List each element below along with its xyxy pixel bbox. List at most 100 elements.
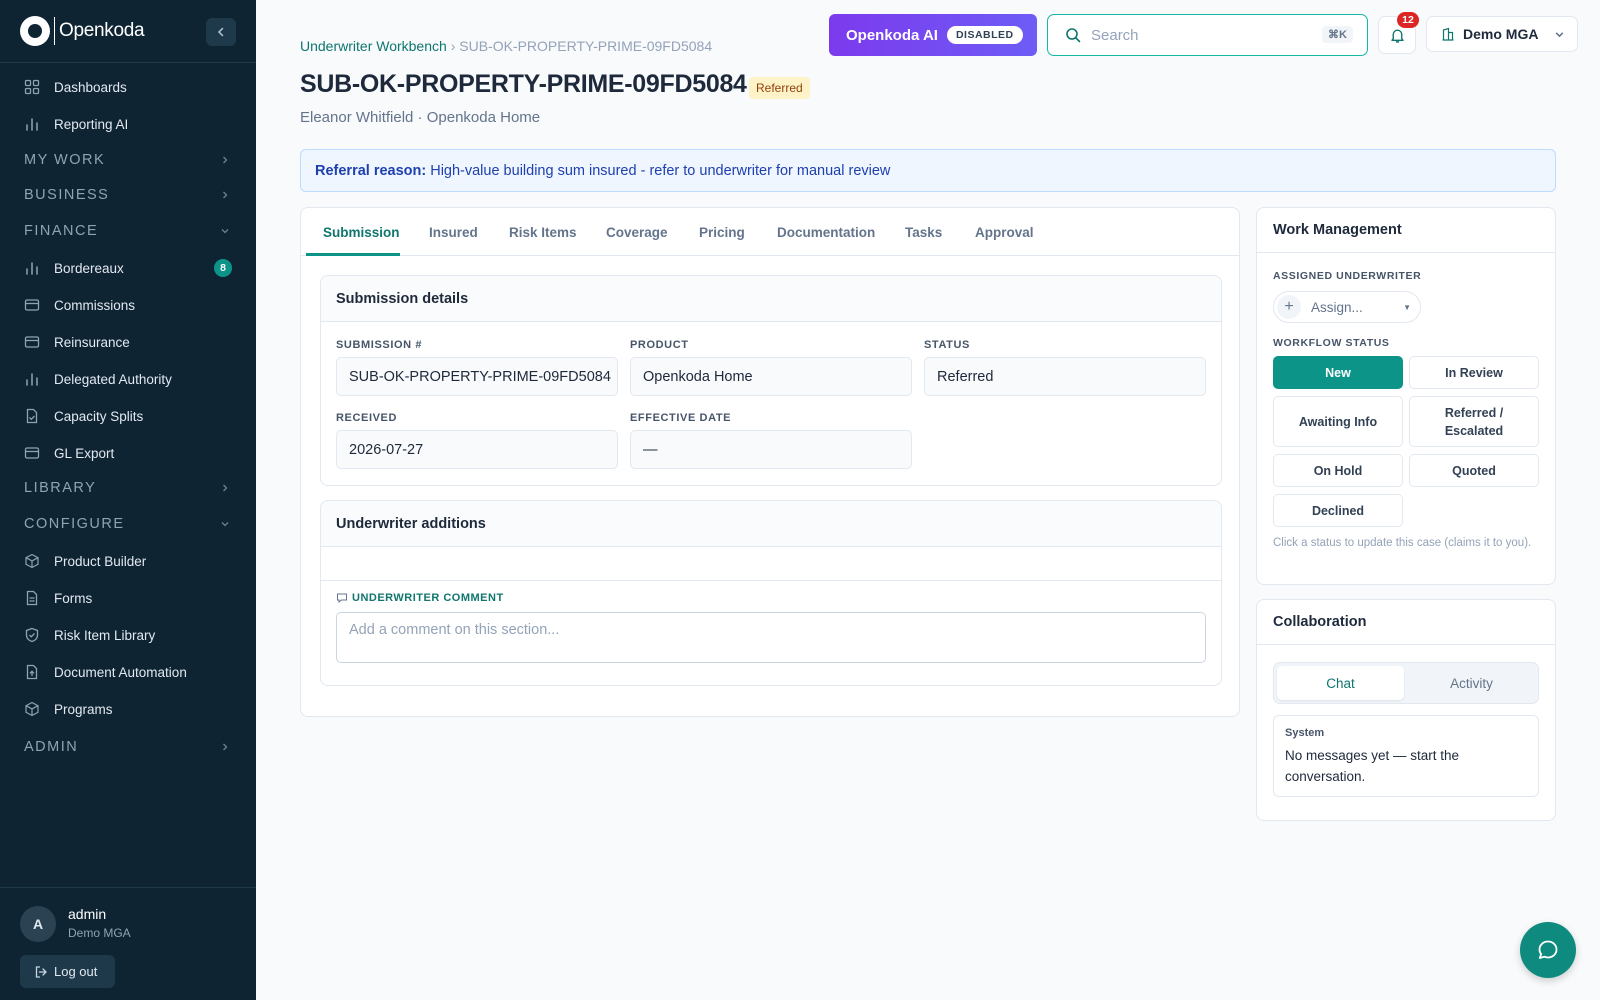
sidebar-item-label: Programs xyxy=(54,701,113,717)
panel-title: Work Management xyxy=(1257,208,1555,253)
card-icon xyxy=(24,299,40,311)
org-switcher[interactable]: Demo MGA xyxy=(1426,16,1578,52)
tab-chat[interactable]: Chat xyxy=(1277,666,1404,700)
collaboration-tabs: Chat Activity xyxy=(1273,662,1539,704)
chevron-right-icon xyxy=(223,484,228,492)
chevron-down-icon xyxy=(1555,32,1564,38)
sidebar-item-commissions[interactable]: Commissions xyxy=(0,289,256,321)
referral-banner: Referral reason: High-value building sum… xyxy=(300,149,1556,192)
tab-documentation[interactable]: Documentation xyxy=(777,225,875,240)
comment-textarea[interactable]: Add a comment on this section... xyxy=(336,612,1206,663)
breadcrumb-current: SUB-OK-PROPERTY-PRIME-09FD5084 xyxy=(459,38,713,54)
submission-number-field[interactable]: SUB-OK-PROPERTY-PRIME-09FD5084 xyxy=(336,357,618,396)
sidebar-item-reporting-ai[interactable]: Reporting AI xyxy=(0,108,256,140)
status-button-quoted[interactable]: Quoted xyxy=(1409,454,1539,487)
bar-chart-icon xyxy=(26,118,38,131)
sidebar-item-risk-item-library[interactable]: Risk Item Library xyxy=(0,619,256,651)
bar-chart-icon xyxy=(26,373,38,386)
tab-pricing[interactable]: Pricing xyxy=(699,225,745,240)
tab-coverage[interactable]: Coverage xyxy=(606,225,668,240)
sidebar-item-label: Commissions xyxy=(54,297,136,313)
sidebar-item-label: GL Export xyxy=(54,445,115,461)
tab-activity[interactable]: Activity xyxy=(1408,666,1535,700)
chat-launcher-button[interactable] xyxy=(1520,922,1576,978)
status-button-declined[interactable]: Declined xyxy=(1273,494,1403,527)
field-label: STATUS xyxy=(924,339,970,351)
sidebar-item-forms[interactable]: Forms xyxy=(0,582,256,614)
assign-underwriter-select[interactable]: + Assign... ▼ xyxy=(1273,291,1421,323)
sidebar-section-my-work[interactable]: MY WORK xyxy=(0,146,256,174)
chevron-right-icon xyxy=(223,191,228,199)
product-field[interactable]: Openkoda Home xyxy=(630,357,912,396)
section-label: FINANCE xyxy=(24,223,99,239)
workflow-label: WORKFLOW STATUS xyxy=(1273,337,1390,349)
status-button-new[interactable]: New xyxy=(1273,356,1403,389)
effective-date-field[interactable]: — xyxy=(630,430,912,469)
tab-risk-items[interactable]: Risk Items xyxy=(509,225,577,240)
brand: Openkoda xyxy=(0,0,256,63)
sidebar-item-capacity-splits[interactable]: Capacity Splits xyxy=(0,400,256,432)
sidebar-item-gl-export[interactable]: GL Export xyxy=(0,437,256,469)
sidebar-section-configure[interactable]: CONFIGURE xyxy=(0,510,256,538)
sidebar-item-dashboards[interactable]: Dashboards xyxy=(0,71,256,103)
chevron-down-icon xyxy=(221,522,229,527)
card-icon xyxy=(24,336,40,348)
openkoda-logo-icon[interactable] xyxy=(20,16,50,46)
referral-text: High-value building sum insured - refer … xyxy=(430,162,891,179)
section-label: BUSINESS xyxy=(24,187,110,203)
collapse-sidebar-button[interactable] xyxy=(206,18,236,46)
openkoda-ai-button[interactable]: Openkoda AI DISABLED xyxy=(829,14,1037,56)
search-input[interactable]: Search ⌘K xyxy=(1047,14,1368,56)
status-button-in-review[interactable]: In Review xyxy=(1409,356,1539,389)
sidebar-item-document-automation[interactable]: Document Automation xyxy=(0,656,256,688)
status-button-on-hold[interactable]: On Hold xyxy=(1273,454,1403,487)
bell-icon xyxy=(1390,29,1404,43)
bordereaux-count-badge: 8 xyxy=(214,259,232,277)
submission-details-section: Submission details SUBMISSION # SUB-OK-P… xyxy=(320,275,1222,486)
field-label: SUBMISSION # xyxy=(336,339,423,351)
field-label: PRODUCT xyxy=(630,339,689,351)
section-title: Underwriter additions xyxy=(321,501,1221,547)
logout-button[interactable]: Log out xyxy=(20,955,115,988)
breadcrumb-separator: › xyxy=(450,38,456,54)
sidebar-item-bordereaux[interactable]: Bordereaux 8 xyxy=(0,252,256,284)
sidebar-item-delegated-authority[interactable]: Delegated Authority xyxy=(0,363,256,395)
sidebar-item-reinsurance[interactable]: Reinsurance xyxy=(0,326,256,358)
sidebar-footer: A admin Demo MGA Log out xyxy=(0,887,256,1000)
sidebar-item-product-builder[interactable]: Product Builder xyxy=(0,545,256,577)
section-label: ADMIN xyxy=(24,739,79,755)
assigned-label: ASSIGNED UNDERWRITER xyxy=(1273,270,1422,282)
page-subtitle: Eleanor Whitfield · Openkoda Home xyxy=(300,109,541,126)
search-placeholder: Search xyxy=(1091,26,1139,44)
work-management-panel: Work Management ASSIGNED UNDERWRITER + A… xyxy=(1256,207,1556,585)
status-button-referred-escalated[interactable]: Referred / Escalated xyxy=(1409,396,1539,447)
ai-label: Openkoda AI xyxy=(846,26,938,44)
sidebar-item-programs[interactable]: Programs xyxy=(0,693,256,725)
avatar[interactable]: A xyxy=(20,906,56,942)
tab-submission[interactable]: Submission xyxy=(323,225,400,240)
sidebar-section-admin[interactable]: ADMIN xyxy=(0,733,256,761)
status-field[interactable]: Referred xyxy=(924,357,1206,396)
sidebar-item-label: Dashboards xyxy=(54,79,127,95)
section-title: Submission details xyxy=(321,276,1221,322)
tab-tasks[interactable]: Tasks xyxy=(905,225,942,240)
chat-bubble-icon xyxy=(1538,940,1558,959)
divider xyxy=(321,580,1221,581)
sidebar-section-business[interactable]: BUSINESS xyxy=(0,181,256,209)
status-button-awaiting-info[interactable]: Awaiting Info xyxy=(1273,396,1403,447)
tab-approval[interactable]: Approval xyxy=(975,225,1034,240)
sidebar-item-label: Reinsurance xyxy=(54,334,130,350)
chevron-down-icon xyxy=(221,229,229,234)
tab-insured[interactable]: Insured xyxy=(429,225,478,240)
notification-count-badge: 12 xyxy=(1397,12,1419,28)
breadcrumb-link[interactable]: Underwriter Workbench xyxy=(300,38,447,54)
caret-down-icon: ▼ xyxy=(1403,303,1411,312)
cube-icon xyxy=(25,701,39,717)
search-icon xyxy=(1066,28,1081,43)
sidebar-section-finance[interactable]: FINANCE xyxy=(0,217,256,245)
search-shortcut: ⌘K xyxy=(1322,26,1353,43)
received-date-field[interactable]: 2026-07-27 xyxy=(336,430,618,469)
sidebar-item-label: Delegated Authority xyxy=(54,371,172,387)
section-label: CONFIGURE xyxy=(24,516,125,532)
sidebar-section-library[interactable]: LIBRARY xyxy=(0,474,256,502)
